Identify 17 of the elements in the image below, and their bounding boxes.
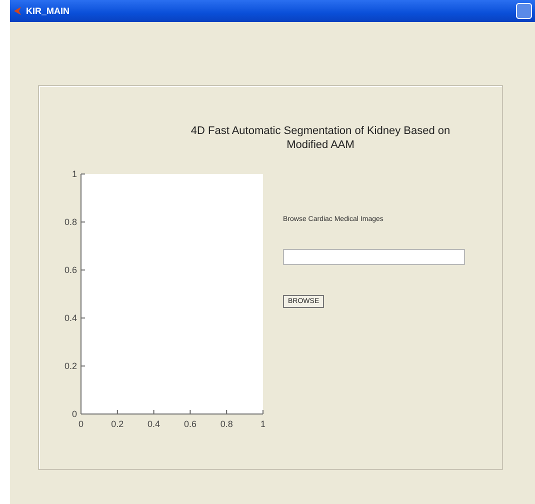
path-field[interactable]: [283, 249, 465, 265]
y-tick-label: 0.2: [64, 361, 77, 371]
y-tick-label: 0.4: [64, 313, 77, 323]
x-tick-label: 0: [78, 419, 84, 429]
x-tick-label: 1: [260, 419, 266, 429]
app-icon: [13, 6, 23, 16]
panel-heading: 4D Fast Automatic Segmentation of Kidney Based on Modified AAM: [190, 124, 452, 152]
window-title: KIR_MAIN: [26, 6, 70, 16]
y-tick-label: 0.6: [64, 265, 77, 275]
x-tick-label: 0.6: [184, 419, 196, 429]
y-tick-label: 0: [72, 409, 77, 419]
x-tick-label: 0.2: [111, 419, 124, 429]
x-tick-label: 0.4: [148, 419, 160, 429]
y-tick-label: 1: [72, 169, 77, 179]
x-tick-label: 0.8: [220, 419, 233, 429]
window-control-button[interactable]: [516, 3, 532, 19]
y-tick-label: 0.8: [64, 217, 77, 227]
